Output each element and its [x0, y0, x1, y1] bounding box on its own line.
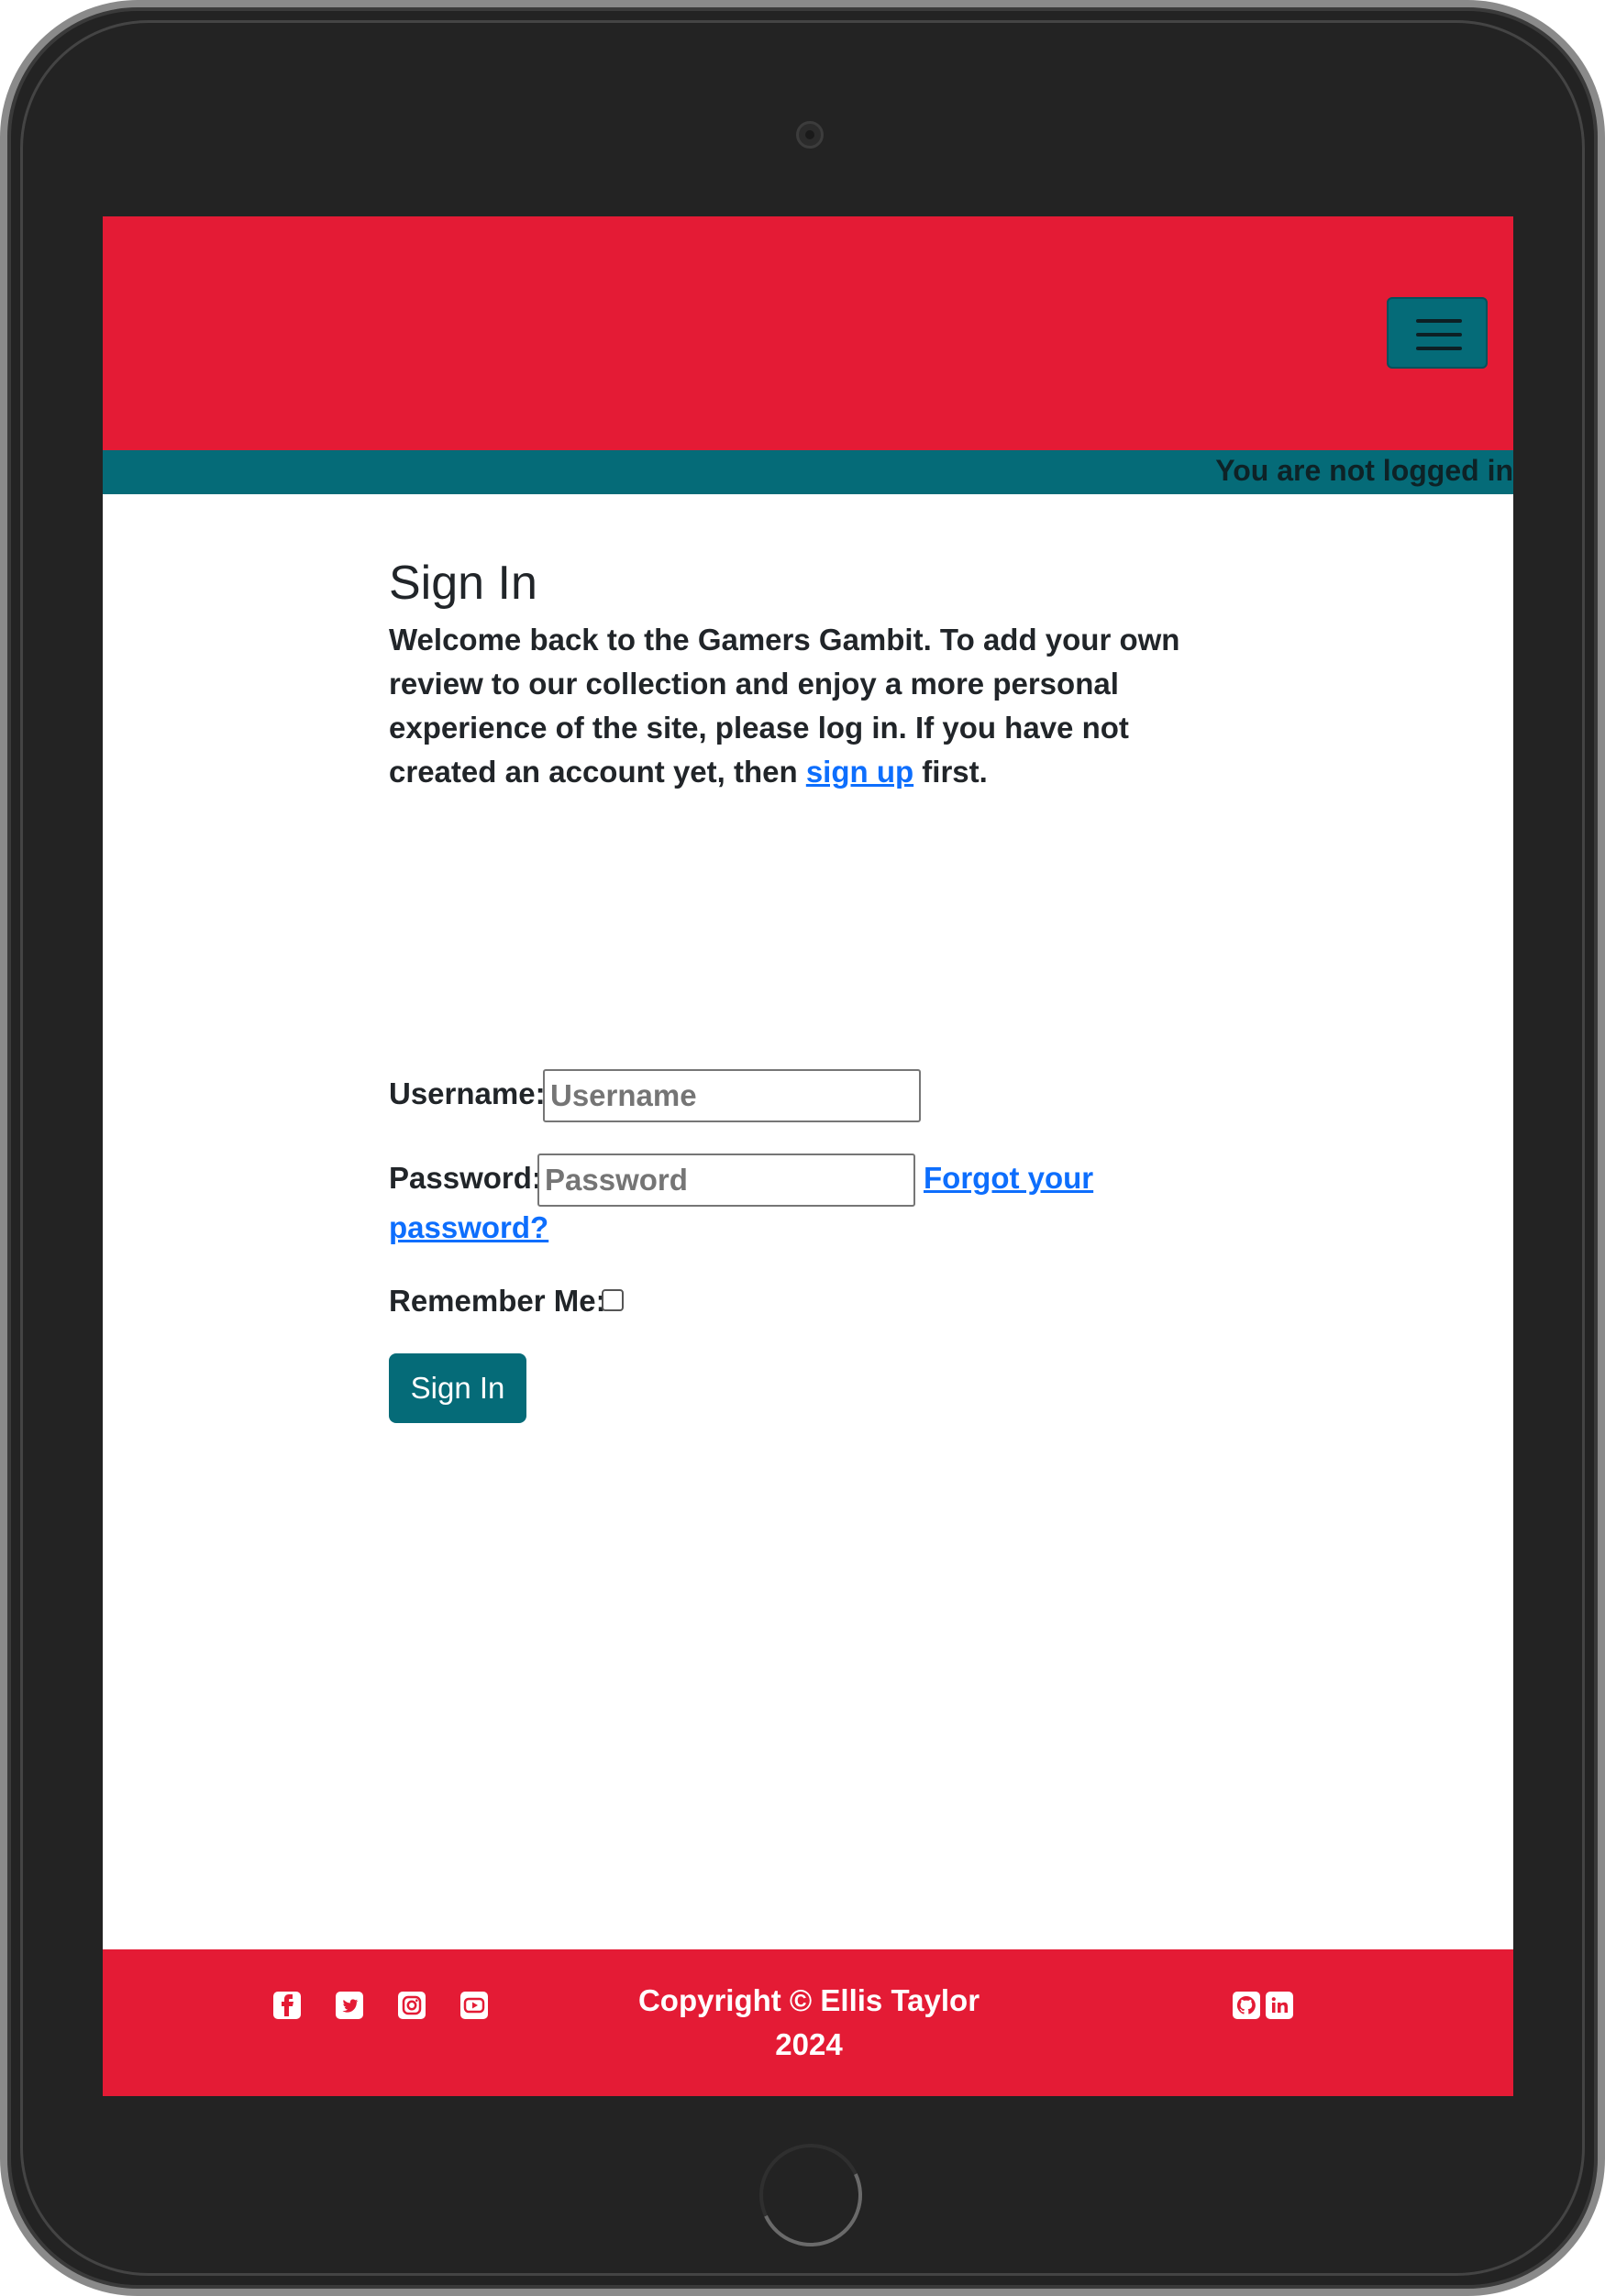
- youtube-icon[interactable]: [460, 1992, 488, 2019]
- screen: You are not logged in Sign In Welcome ba…: [103, 216, 1513, 2096]
- remember-checkbox[interactable]: [602, 1289, 624, 1311]
- intro-text: Welcome back to the Gamers Gambit. To ad…: [389, 618, 1214, 794]
- navbar: [103, 216, 1513, 450]
- forgot-password-link[interactable]: Forgot your: [924, 1161, 1093, 1196]
- forgot-password-link-line2: password?: [389, 1210, 549, 1244]
- remember-row: Remember Me:: [389, 1280, 1214, 1326]
- login-status-bar: You are not logged in: [103, 450, 1513, 494]
- menu-toggle-button[interactable]: [1387, 297, 1488, 369]
- copyright-line-1: Copyright © Ellis Taylor: [637, 1983, 980, 2017]
- forgot-password-link-line1: Forgot your: [924, 1161, 1094, 1195]
- instagram-icon[interactable]: [398, 1992, 426, 2019]
- submit-row: Sign In: [389, 1353, 536, 1427]
- remember-label: Remember Me:: [389, 1284, 606, 1318]
- login-status-text: You are not logged in: [1215, 454, 1513, 487]
- github-icon[interactable]: [1233, 1992, 1260, 2019]
- facebook-icon[interactable]: [273, 1992, 301, 2019]
- password-label: Password:: [389, 1161, 542, 1195]
- intro-text-end: first.: [913, 755, 988, 789]
- forgot-password-link-continued[interactable]: password?: [389, 1210, 548, 1245]
- signin-section: Sign In Welcome back to the Gamers Gambi…: [389, 556, 1214, 1423]
- linkedin-icon[interactable]: [1266, 1992, 1293, 2019]
- username-label: Username:: [389, 1076, 546, 1110]
- username-row: Username:: [389, 1069, 1214, 1124]
- sign-up-link[interactable]: sign up: [806, 755, 913, 789]
- page-title: Sign In: [389, 557, 537, 610]
- camera-icon: [796, 121, 824, 149]
- tablet-frame: You are not logged in Sign In Welcome ba…: [0, 0, 1605, 2296]
- sign-in-button[interactable]: Sign In: [389, 1353, 526, 1423]
- password-input[interactable]: [537, 1154, 915, 1207]
- home-button[interactable]: [759, 2144, 862, 2246]
- copyright-line-2: 2024: [775, 2027, 843, 2061]
- footer: Copyright © Ellis Taylor 2024: [103, 1949, 1513, 2096]
- password-row: Password: Forgot your password?: [389, 1154, 1214, 1254]
- intro-text-body: Welcome back to the Gamers Gambit. To ad…: [389, 623, 1180, 789]
- username-input[interactable]: [543, 1069, 921, 1122]
- hamburger-icon: [1416, 319, 1462, 323]
- copyright-text: Copyright © Ellis Taylor 2024: [616, 1979, 1002, 2067]
- twitter-icon[interactable]: [336, 1992, 363, 2019]
- hamburger-icon-bar: [1416, 347, 1462, 350]
- hamburger-icon-bar: [1416, 333, 1462, 337]
